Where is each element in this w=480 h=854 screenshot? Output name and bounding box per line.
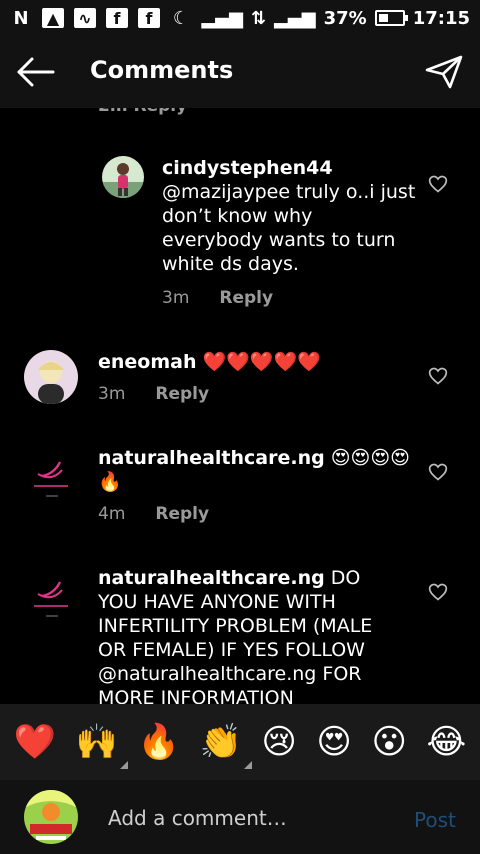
- emoji-surprised[interactable]: 😮: [371, 725, 406, 759]
- comment-username[interactable]: cindystephen44: [162, 157, 333, 179]
- n-app-icon: N: [13, 7, 29, 29]
- avatar[interactable]: [102, 156, 144, 198]
- battery-percent: 37%: [323, 7, 367, 29]
- like-heart-icon[interactable]: [428, 174, 448, 194]
- emoji-laughing[interactable]: 😂: [426, 725, 466, 759]
- skin-tone-indicator-icon: [243, 761, 252, 769]
- emoji-raised-hands[interactable]: 🙌: [75, 722, 129, 769]
- comment-input[interactable]: [108, 804, 388, 832]
- comment-time: 3m: [162, 288, 190, 308]
- emoji-clapping-glyph: 👏: [199, 722, 242, 762]
- signal-icon: ▂▄▆: [201, 7, 243, 29]
- send-icon[interactable]: [424, 54, 464, 90]
- avatar[interactable]: [24, 350, 78, 404]
- emoji-clapping[interactable]: 👏: [199, 722, 252, 769]
- status-bar: N ▲ ∿ f f ☾ ▂▄▆ ⇅ ▂▄▆ 37% 17:15: [0, 0, 480, 36]
- skin-tone-indicator-icon: [120, 761, 129, 769]
- emoji-heart[interactable]: ❤️: [14, 725, 56, 759]
- header: Comments: [0, 36, 480, 108]
- activity-icon: ∿: [74, 8, 96, 28]
- reply-button[interactable]: Reply: [155, 384, 209, 404]
- battery-icon: [374, 10, 408, 26]
- reply-button[interactable]: Reply: [155, 504, 209, 524]
- data-transfer-icon: ⇅: [250, 7, 267, 29]
- comment-text: @mazijaypee truly o..i just don’t know w…: [162, 181, 416, 275]
- emoji-raised-hands-glyph: 🙌: [75, 722, 119, 762]
- emoji-quick-bar: ❤️ 🙌 🔥 👏 😢 😍 😮 😂: [0, 704, 480, 780]
- my-avatar: [24, 790, 78, 844]
- comment-username[interactable]: eneomah: [98, 351, 197, 373]
- gallery-icon: ▲: [42, 8, 64, 28]
- comment-time: 4m: [98, 504, 126, 524]
- cut-off-comment-meta: 2m Reply: [98, 108, 187, 116]
- facebook-icon-2: f: [138, 8, 160, 28]
- comment-username[interactable]: naturalhealthcare.ng: [98, 447, 325, 469]
- like-heart-icon[interactable]: [428, 582, 448, 602]
- facebook-icon: f: [106, 8, 128, 28]
- emoji-heart-eyes[interactable]: 😍: [316, 725, 351, 759]
- emoji-fire[interactable]: 🔥: [138, 725, 180, 759]
- avatar[interactable]: [24, 450, 78, 504]
- post-button[interactable]: Post: [414, 808, 456, 832]
- signal-icon-2: ▂▄▆: [274, 7, 316, 29]
- comment-text: ❤️❤️❤️❤️❤️: [202, 351, 321, 373]
- comment-time: 3m: [98, 384, 126, 404]
- clock: 17:15: [412, 7, 470, 29]
- moon-icon: ☾: [172, 7, 190, 29]
- like-heart-icon[interactable]: [428, 366, 448, 386]
- back-arrow-icon[interactable]: [16, 56, 56, 88]
- avatar[interactable]: [24, 570, 78, 624]
- comment-username[interactable]: naturalhealthcare.ng: [98, 567, 325, 589]
- reply-button[interactable]: Reply: [219, 288, 273, 308]
- comment-composer: Post: [0, 780, 480, 854]
- like-heart-icon[interactable]: [428, 462, 448, 482]
- comments-feed[interactable]: 2m Reply cindystephen44 @mazijaypee trul…: [0, 108, 480, 704]
- emoji-crying[interactable]: 😢: [261, 725, 296, 759]
- page-title: Comments: [90, 56, 234, 84]
